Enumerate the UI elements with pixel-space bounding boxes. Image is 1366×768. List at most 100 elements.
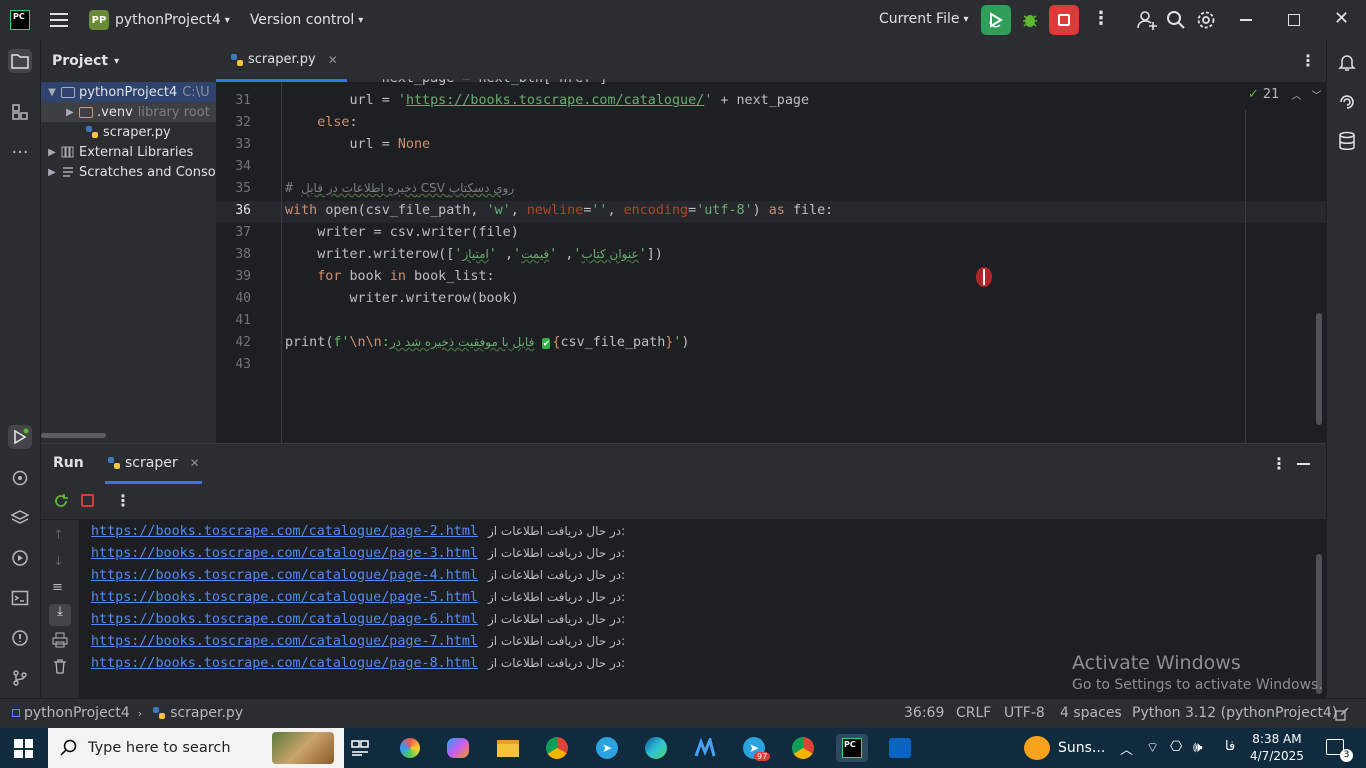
main-menu-button[interactable] [50,13,68,27]
close-tab-icon[interactable]: ✕ [190,456,200,470]
tree-item-venv[interactable]: ▶ .venv library root [41,102,216,122]
meet-icon[interactable]: ⎔ [1170,739,1182,755]
database-icon[interactable] [1337,131,1357,155]
tree-item-scraper-py[interactable]: scraper.py [41,122,216,142]
tree-item-external-libraries[interactable]: ▶ External Libraries [41,142,216,162]
file-explorer-icon[interactable] [494,734,522,762]
taskbar-search-box[interactable]: Type here to search [48,728,344,768]
horizontal-scrollbar[interactable] [41,433,106,438]
console-link[interactable]: https://books.toscrape.com/catalogue/pag… [91,546,478,561]
stop-icon[interactable] [81,494,94,507]
expand-arrow-icon[interactable]: ▶ [45,167,59,178]
layers-tool-button[interactable] [8,506,32,530]
tree-item-project-root[interactable]: ▼ pythonProject4 C:\U [41,82,216,102]
expand-arrow-icon[interactable]: ▼ [45,87,59,98]
project-badge[interactable]: PP [89,10,109,30]
stop-button[interactable] [1049,5,1079,35]
git-tool-button[interactable] [8,666,32,690]
code-line[interactable]: url = None [285,137,430,152]
weather-widget[interactable]: Suns... [1024,736,1105,760]
code-line[interactable]: url = 'https://books.toscrape.com/catalo… [285,93,809,108]
code-with-me-icon[interactable] [1136,9,1158,35]
project-tool-button[interactable] [8,49,32,73]
code-line[interactable]: # ذخیره اطلاعات در فایل CSV روی دسکتاپ [285,181,514,196]
indent-setting[interactable]: 4 spaces [1060,705,1122,721]
soft-wrap-icon[interactable]: ≡ [52,580,63,595]
edge-icon[interactable] [642,734,670,762]
run-config-selector[interactable]: Current File ▾ [879,11,969,27]
pycharm-taskbar-icon[interactable]: PC [836,734,868,762]
console-link[interactable]: https://books.toscrape.com/catalogue/pag… [91,612,478,627]
run-options-icon[interactable]: ⋮ [1271,454,1287,473]
settings-gear-icon[interactable] [1196,10,1216,34]
scroll-down-icon[interactable]: ↓ [53,554,64,569]
telegram-icon[interactable]: ➤ [593,734,621,762]
rerun-icon[interactable] [53,493,69,513]
line-separator[interactable]: CRLF [956,705,991,721]
code-line[interactable]: next_page = next_btn['href'] [285,71,608,86]
more-actions-icon[interactable]: ⋮ [1092,10,1110,28]
more-tools-button[interactable]: ··· [8,140,32,164]
console-link[interactable]: https://books.toscrape.com/catalogue/pag… [91,590,478,605]
minimize-panel-icon[interactable] [1297,463,1310,465]
code-line[interactable]: writer.writerow(book) [285,291,518,306]
caret-position[interactable]: 36:69 [904,705,944,721]
editor-tabs-more-icon[interactable]: ⋮ [1300,51,1316,70]
code-line[interactable]: print(f'\n\n:فایل با موفقیت ذخیره شد در … [285,335,689,350]
analytics-app-icon[interactable] [691,734,719,762]
problems-tool-button[interactable] [8,626,32,650]
outlook-icon[interactable] [886,734,914,762]
inspection-widget[interactable]: ✓ 21 ︿ ﹀ [1248,87,1321,102]
tab-scraper-run[interactable]: scraper ✕ [105,444,202,484]
paint-app-icon[interactable] [396,734,424,762]
vertical-scrollbar[interactable] [1316,313,1322,425]
python-packages-button[interactable] [8,466,32,490]
read-only-toggle-icon[interactable] [1335,707,1349,725]
chrome-icon[interactable] [543,734,571,762]
expand-arrow-icon[interactable]: ▶ [63,107,77,118]
python-interpreter[interactable]: Python 3.12 (pythonProject4) [1132,705,1337,721]
structure-tool-button[interactable] [8,100,32,124]
ai-assistant-icon[interactable] [1337,92,1357,116]
notifications-bell-icon[interactable] [1337,52,1357,76]
clock[interactable]: 8:38 AM 4/7/2025 [1250,731,1304,765]
maximize-button[interactable] [1288,14,1300,26]
console-link[interactable]: https://books.toscrape.com/catalogue/pag… [91,634,478,649]
minimize-button[interactable] [1240,19,1252,21]
code-line[interactable]: with open(csv_file_path, 'w', newline = ''… [285,203,833,218]
scroll-to-end-icon[interactable]: ⤓ [49,604,71,626]
pycharm-logo-icon[interactable]: PC [10,10,30,30]
tree-item-scratches[interactable]: ▶ Scratches and Conso [41,162,216,182]
file-encoding[interactable]: UTF-8 [1004,705,1045,721]
network-icon[interactable]: ⌔ [1146,739,1159,757]
code-line[interactable]: writer.writerow([' عنوان کتاب', 'قیمت', '… [285,247,663,262]
tray-chevron-up-icon[interactable]: ︿ [1120,739,1133,758]
debug-button[interactable] [1020,10,1040,34]
breadcrumb-project[interactable]: pythonProject4 [24,705,130,721]
telegram-badge-icon[interactable]: ➤ 97 [740,734,771,762]
chevron-down-icon[interactable]: ﹀ [1311,87,1321,102]
console-link[interactable]: https://books.toscrape.com/catalogue/pag… [91,656,478,671]
close-window-button[interactable]: ✕ [1334,9,1349,29]
project-switcher[interactable]: pythonProject4 ▾ [115,12,230,28]
code-line[interactable]: writer = csv.writer(file) [285,225,519,240]
scroll-up-icon[interactable]: ↑ [53,528,64,543]
chevron-up-icon[interactable]: ︿ [1291,87,1301,102]
console-link[interactable]: https://books.toscrape.com/catalogue/pag… [91,524,478,539]
code-line[interactable]: for book in book_list: [285,269,494,284]
input-language[interactable]: فا [1225,739,1235,754]
volume-icon[interactable]: 🕪 [1193,738,1202,756]
windows-start-icon[interactable] [14,739,33,758]
print-icon[interactable] [52,632,68,652]
task-view-icon[interactable] [346,734,374,762]
console-link[interactable]: https://books.toscrape.com/catalogue/pag… [91,568,478,583]
terminal-tool-button[interactable] [8,586,32,610]
search-icon[interactable] [1166,10,1186,34]
close-tab-icon[interactable]: ✕ [328,53,338,67]
vcs-menu[interactable]: Version control ▾ [250,12,364,28]
breadcrumb-file[interactable]: scraper.py [170,705,243,721]
rerun-button[interactable] [981,5,1011,35]
copilot-icon[interactable] [444,734,472,762]
run-tool-button[interactable] [8,425,32,449]
services-tool-button[interactable] [8,546,32,570]
